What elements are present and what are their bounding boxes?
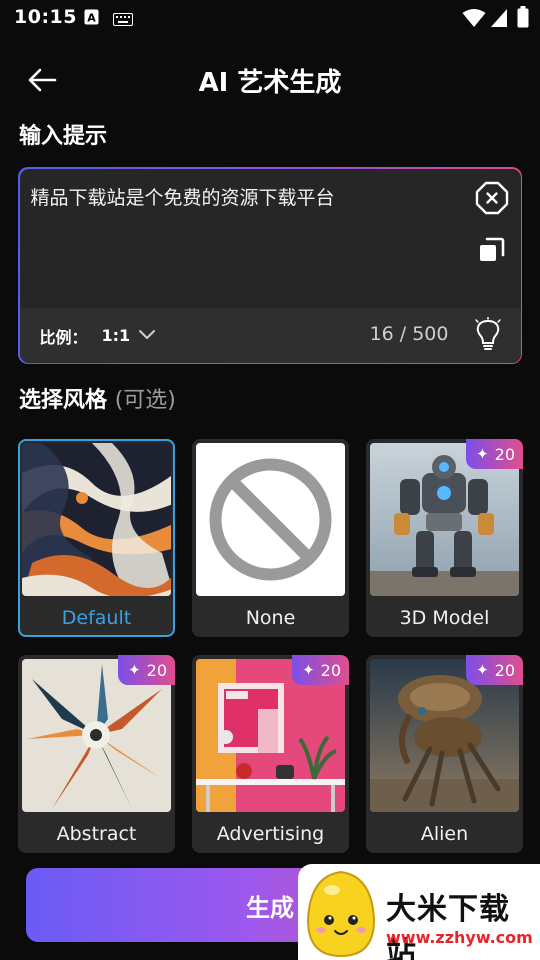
style-label-abstract: Abstract [56,823,137,845]
egg-mascot-icon [306,870,376,958]
credit-badge: ✦ 20 [466,655,523,685]
watermark-url: www.zzhyw.com [386,928,533,947]
page-title: AI 艺术生成 [198,68,342,98]
prompt-ideas-button[interactable] [473,315,503,353]
status-time: 10:15 [14,6,77,28]
prompt-footer: 比例： 1:1 16 / 500 [19,307,521,363]
credit-badge: ✦ 20 [292,655,349,685]
ratio-value: 1:1 [101,326,131,345]
character-counter: 16 / 500 [369,322,449,345]
credit-badge: ✦ 20 [466,439,523,469]
style-card-advertising[interactable]: ✦ 20 Advertising [192,655,349,853]
style-card-default[interactable]: Default [18,439,175,637]
style-optional-label: (可选) [114,388,176,413]
watermark-title: 大米下载站 [386,892,510,960]
prompt-input[interactable]: 精品下载站是个免费的资源下载平台 [31,183,335,210]
sparkle-icon: ✦ [302,661,315,679]
no-style-icon [196,443,345,596]
style-section-title: 选择风格 [19,388,108,413]
status-bar: 10:15 A [0,0,540,36]
sparkle-icon: ✦ [476,445,489,463]
svg-text:A: A [87,12,96,25]
sparkle-icon: ✦ [476,661,489,679]
ratio-label: 比例： [39,327,88,347]
top-bar: AI 艺术生成 [0,52,540,108]
style-card-3d-model[interactable]: ✦ 20 3D Model [366,439,523,637]
a-notification-icon: A [84,9,99,29]
copy-icon [479,237,504,261]
signal-icon [490,8,508,32]
style-card-abstract[interactable]: ✦ 20 Abstract [18,655,175,853]
style-thumb-default [22,443,171,596]
lightbulb-icon [474,315,501,350]
style-label-alien: Alien [420,823,469,845]
generate-button-label: 生成 [246,894,294,922]
prompt-box: 精品下载站是个免费的资源下载平台 比例： 1:1 16 / 500 [18,167,522,364]
style-label-3d-model: 3D Model [399,607,490,629]
credit-badge: ✦ 20 [118,655,175,685]
style-label-default: Default [61,607,132,629]
ratio-selector[interactable]: 比例： 1:1 [40,324,157,348]
style-card-alien[interactable]: ✦ 20 Alien [366,655,523,853]
copy-prompt-button[interactable] [477,235,507,265]
site-watermark: 大米下载站 www.zzhyw.com [298,864,540,960]
style-card-none[interactable]: None [192,439,349,637]
style-section-label: 选择风格 (可选) [19,382,176,414]
style-label-advertising: Advertising [216,823,325,845]
sparkle-icon: ✦ [128,661,141,679]
clear-prompt-button[interactable] [475,181,509,215]
battery-icon [517,6,529,32]
wifi-icon [462,8,486,32]
keyboard-icon [113,11,133,30]
chevron-down-icon [138,326,156,345]
prompt-section-label: 输入提示 [19,124,108,149]
style-label-none: None [245,607,296,629]
clear-octagon-icon [475,181,508,214]
